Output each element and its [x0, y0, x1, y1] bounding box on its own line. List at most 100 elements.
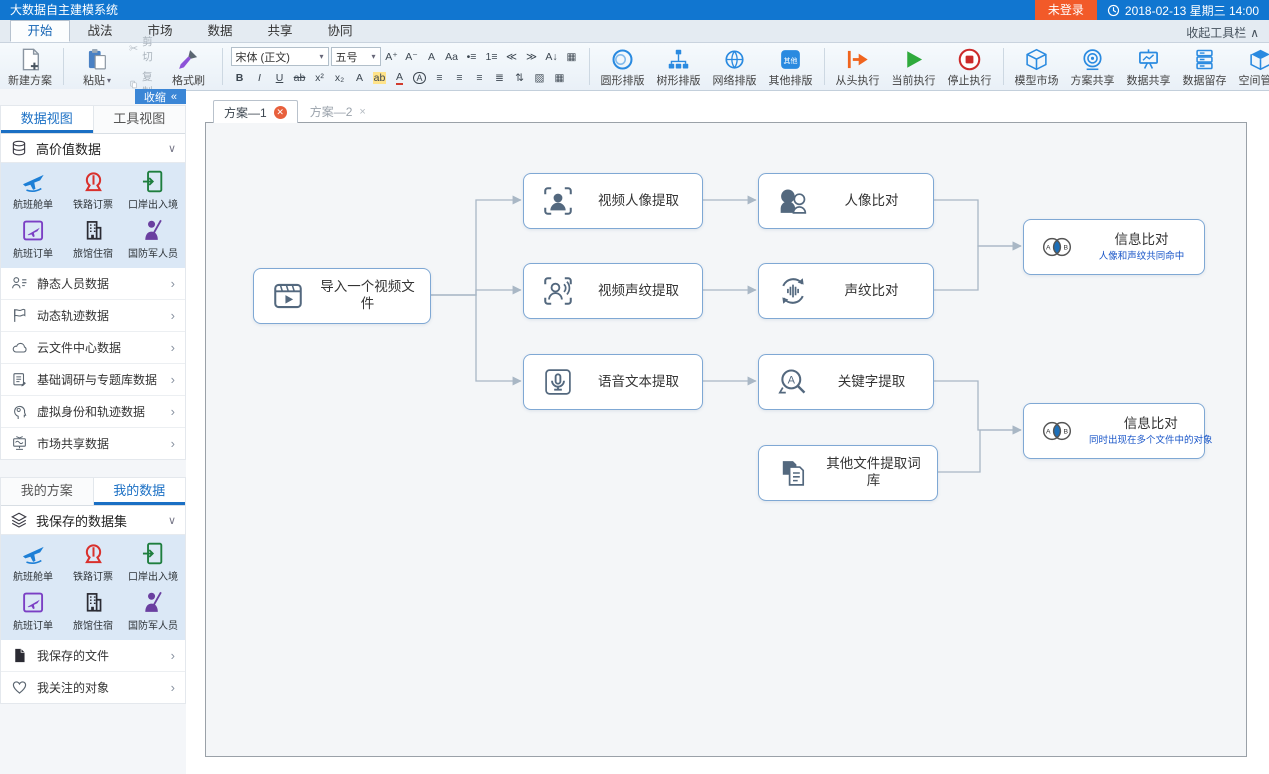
divider [589, 48, 590, 85]
menu-tab-开始[interactable]: 开始 [10, 20, 70, 42]
dataset-口岸出入境[interactable]: 口岸出入境 [123, 169, 183, 211]
sidebar-item-虚拟身份和轨迹数据[interactable]: 虚拟身份和轨迹数据› [1, 396, 185, 428]
paste-button[interactable]: 粘贴▾ [69, 44, 125, 89]
menu-tab-共享[interactable]: 共享 [250, 20, 310, 42]
justify-icon[interactable]: ≣ [491, 69, 509, 86]
close-tab-icon[interactable]: × [359, 106, 365, 118]
collapse-toolbar-button[interactable]: 收起工具栏 ∧ [1186, 23, 1259, 43]
flow-node-face-compare[interactable]: 人像比对 [758, 173, 934, 229]
outdent-icon[interactable]: ≪ [503, 48, 521, 65]
dataset-国防军人员[interactable]: 国防军人员 [123, 590, 183, 632]
close-tab-icon[interactable]: ✕ [274, 106, 287, 119]
sidebar-tab-数据视图[interactable]: 数据视图 [1, 106, 94, 133]
sidebar-item-基础调研与专题库数据[interactable]: 基础调研与专题库数据› [1, 364, 185, 396]
sidebar-tab-工具视图[interactable]: 工具视图 [94, 106, 186, 133]
sidebar-item-云文件中心数据[interactable]: 云文件中心数据› [1, 332, 185, 364]
sidebar-item-我关注的对象[interactable]: 我关注的对象› [1, 672, 185, 703]
网络排版-button[interactable]: 网络排版 [707, 44, 763, 89]
空间管理-button[interactable]: 空间管理 [1233, 44, 1269, 89]
shading-icon[interactable]: ▨ [531, 69, 549, 86]
停止执行-button[interactable]: 停止执行 [942, 44, 998, 89]
shrink-font-icon[interactable]: A⁻ [403, 48, 421, 65]
flow-node-speech-text-extract[interactable]: 语音文本提取 [523, 354, 703, 410]
line-spacing-icon[interactable]: ⇅ [511, 69, 529, 86]
bullet-list-icon[interactable]: •≡ [463, 48, 481, 65]
sidebar-item-label: 市场共享数据 [37, 435, 109, 452]
new-plan-button[interactable]: 新建方案 [2, 44, 58, 89]
subscript-icon[interactable]: x₂ [331, 69, 349, 86]
clipboard-smalls: ✂剪切复制 [125, 44, 161, 89]
从头执行-button[interactable]: 从头执行 [830, 44, 886, 89]
圆形排版-button[interactable]: 圆形排版 [595, 44, 651, 89]
sidebar-collapse-button[interactable]: 收缩 « [135, 89, 186, 104]
flow-node-voiceprint-extract[interactable]: 视频声纹提取 [523, 263, 703, 319]
flow-node-label: 其他文件提取词库 [820, 456, 927, 490]
sort-icon[interactable]: A↓ [543, 48, 561, 65]
sidebar-item-静态人员数据[interactable]: 静态人员数据› [1, 268, 185, 300]
font-color-icon[interactable]: A [391, 69, 409, 86]
align-right-icon[interactable]: ≡ [471, 69, 489, 86]
table-icon[interactable]: ▦ [563, 48, 581, 65]
树形排版-button[interactable]: 树形排版 [651, 44, 707, 89]
menu-tab-战法[interactable]: 战法 [70, 20, 130, 42]
enclose-icon[interactable]: A [411, 69, 429, 86]
italic-icon[interactable]: I [251, 69, 269, 86]
bold-icon[interactable]: B [231, 69, 249, 86]
数据共享-button[interactable]: 数据共享 [1121, 44, 1177, 89]
flow-node-import-video[interactable]: 导入一个视频文件 [253, 268, 431, 324]
sidebar-section-header[interactable]: 高价值数据∨ [1, 134, 185, 163]
sidebar-item-我保存的文件[interactable]: 我保存的文件› [1, 640, 185, 672]
dataset-旅馆住宿[interactable]: 旅馆住宿 [63, 590, 123, 632]
dataset-航班舱单[interactable]: 航班舱单 [3, 169, 63, 211]
sidebar-section-header[interactable]: 我保存的数据集∨ [1, 506, 185, 535]
flow-node-info-compare-1[interactable]: AB信息比对人像和声纹共同命中 [1023, 219, 1205, 275]
dataset-旅馆住宿[interactable]: 旅馆住宿 [63, 218, 123, 260]
underline-icon[interactable]: U [271, 69, 289, 86]
strike-icon[interactable]: ab [291, 69, 309, 86]
sidebar-tab-我的数据[interactable]: 我的数据 [94, 478, 186, 505]
button-label: 空间管理 [1239, 72, 1269, 88]
workspace-tab-方案—2[interactable]: 方案—2× [300, 100, 376, 123]
dataset-国防军人员[interactable]: 国防军人员 [123, 218, 183, 260]
dataset-航班订单[interactable]: 航班订单 [3, 590, 63, 632]
其他排版-button[interactable]: 其他其他排版 [763, 44, 819, 89]
grow-font-icon[interactable]: A⁺ [383, 48, 401, 65]
dataset-铁路订票[interactable]: 铁路订票 [63, 169, 123, 211]
align-left-icon[interactable]: ≡ [431, 69, 449, 86]
indent-icon[interactable]: ≫ [523, 48, 541, 65]
font-size-select[interactable]: 五号▾ [331, 47, 381, 66]
数据留存-button[interactable]: 数据留存 [1177, 44, 1233, 89]
clear-format-icon[interactable]: A [423, 48, 441, 65]
align-center-icon[interactable]: ≡ [451, 69, 469, 86]
virtual-head-icon [11, 403, 28, 420]
workspace-tab-方案—1[interactable]: 方案—1✕ [213, 100, 298, 123]
flow-node-face-extract[interactable]: 视频人像提取 [523, 173, 703, 229]
dataset-航班订单[interactable]: 航班订单 [3, 218, 63, 260]
sidebar-item-市场共享数据[interactable]: 市场共享数据› [1, 428, 185, 459]
sidebar-tab-我的方案[interactable]: 我的方案 [1, 478, 94, 505]
borders-icon[interactable]: ▦ [551, 69, 569, 86]
menu-tab-数据[interactable]: 数据 [190, 20, 250, 42]
highlight-icon[interactable]: ab [371, 69, 389, 86]
number-list-icon[interactable]: 1≡ [483, 48, 501, 65]
模型市场-button[interactable]: 模型市场 [1009, 44, 1065, 89]
flow-node-info-compare-2[interactable]: AB信息比对同时出现在多个文件中的对象 [1023, 403, 1205, 459]
superscript-icon[interactable]: x² [311, 69, 329, 86]
flow-node-voiceprint-compare[interactable]: 声纹比对 [758, 263, 934, 319]
dataset-铁路订票[interactable]: 铁路订票 [63, 541, 123, 583]
当前执行-button[interactable]: 当前执行 [886, 44, 942, 89]
flow-node-other-files-lexicon[interactable]: 其他文件提取词库 [758, 445, 938, 501]
effects-icon[interactable]: A [351, 69, 369, 86]
sidebar-item-动态轨迹数据[interactable]: 动态轨迹数据› [1, 300, 185, 332]
dataset-口岸出入境[interactable]: 口岸出入境 [123, 541, 183, 583]
menu-tab-协同[interactable]: 协同 [310, 20, 370, 42]
diagram-canvas[interactable]: 导入一个视频文件 视频人像提取视频声纹提取语音文本提取 人像比对声纹比对 A关键字提取… [205, 122, 1247, 757]
login-status-badge[interactable]: 未登录 [1035, 0, 1097, 20]
dataset-航班舱单[interactable]: 航班舱单 [3, 541, 63, 583]
font-family-select[interactable]: 宋体 (正文)▾ [231, 47, 329, 66]
flow-node-keyword-extract[interactable]: A关键字提取 [758, 354, 934, 410]
方案共享-button[interactable]: 方案共享 [1065, 44, 1121, 89]
cut-button[interactable]: ✂剪切 [129, 34, 157, 64]
format-painter-button[interactable]: 格式刷 [161, 44, 217, 89]
case-icon[interactable]: Aa [443, 48, 461, 65]
